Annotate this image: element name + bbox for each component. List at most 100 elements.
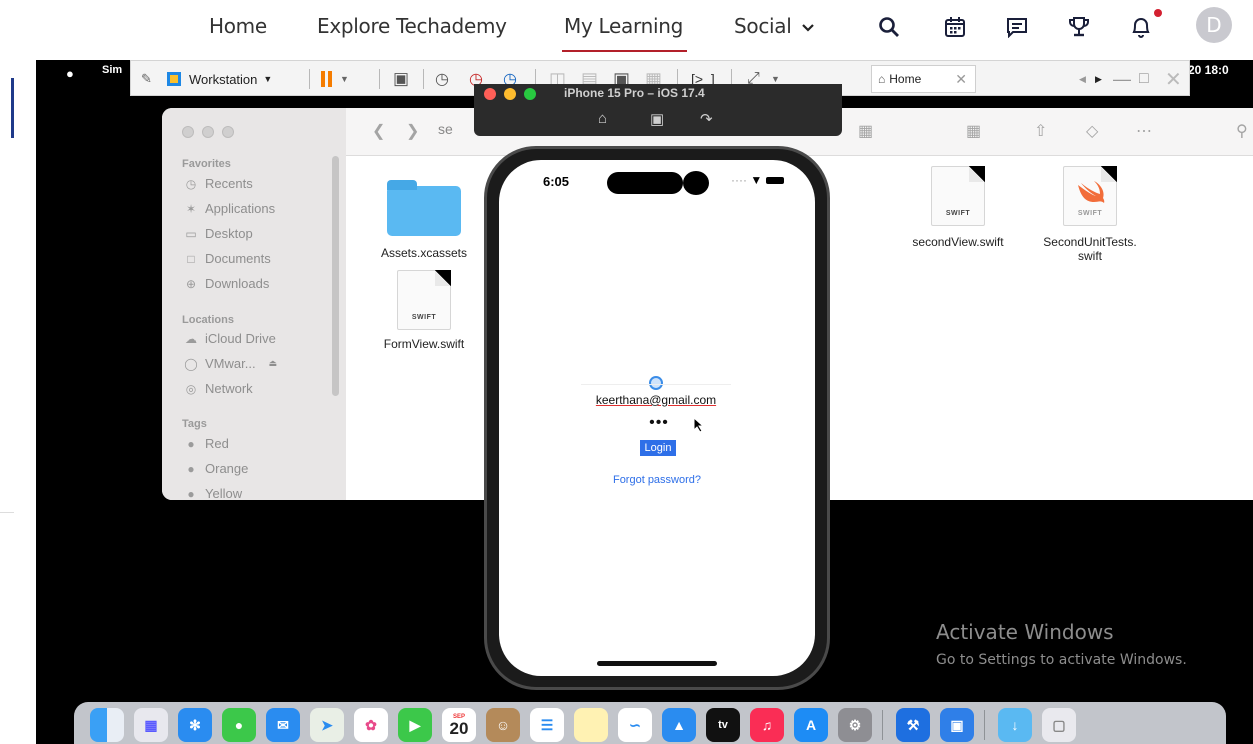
tab-scroll-left-icon[interactable]: ◀ (1079, 61, 1086, 97)
reminders-icon[interactable]: ☰ (530, 708, 564, 742)
screenshot-icon[interactable]: ▣ (650, 110, 664, 128)
simulator-zoom-button[interactable] (524, 88, 536, 100)
pin-icon[interactable]: ✎ (141, 61, 152, 97)
avatar[interactable]: D (1196, 7, 1232, 43)
photos-icon[interactable]: ✿ (354, 708, 388, 742)
home-icon[interactable]: ⌂ (598, 110, 607, 127)
message-icon[interactable] (1002, 12, 1032, 42)
email-field[interactable]: keerthana@gmail.com (581, 384, 731, 418)
sidebar-item-icloud[interactable]: ☁ iCloud Drive (184, 331, 276, 346)
chevron-down-icon (801, 24, 814, 32)
minimize-icon[interactable]: — (1113, 61, 1131, 97)
app-store-icon[interactable]: A (794, 708, 828, 742)
sidebar-item-label: VMwar... (205, 356, 256, 371)
tab-scroll-right-icon[interactable]: ▶ (1095, 61, 1102, 97)
safari-icon[interactable]: ✻ (178, 708, 212, 742)
file-second-view[interactable]: SWIFT secondView.swift (898, 166, 1018, 249)
password-field[interactable]: ••• (629, 414, 689, 436)
window-zoom-button[interactable] (222, 126, 234, 138)
grid-view-icon[interactable]: ▦ (858, 121, 873, 141)
mac-app-menu[interactable]: Sim (102, 64, 122, 76)
window-minimize-button[interactable] (202, 126, 214, 138)
pause-icon[interactable]: ▼ (321, 61, 349, 97)
remote-desktop-view[interactable]: ● Sim 20 18:0 Favorites ◷ Recents ✶ Applic… (36, 60, 1253, 744)
file-second-unit-tests[interactable]: SWIFT SecondUnitTests. swift (1030, 166, 1150, 263)
simulator-close-button[interactable] (484, 88, 496, 100)
file-form-view[interactable]: SWIFT FormView.swift (364, 270, 484, 351)
calendar-icon[interactable] (940, 12, 970, 42)
eject-icon[interactable]: ⏏ (269, 358, 278, 369)
trophy-icon[interactable] (1064, 12, 1094, 42)
window-close-button[interactable] (182, 126, 194, 138)
keynote-icon[interactable]: ▲ (662, 708, 696, 742)
tag-icon[interactable]: ◇ (1086, 121, 1098, 141)
desktop-icon: ▭ (185, 226, 197, 241)
rotate-icon[interactable]: ↷ (700, 110, 713, 128)
sidebar-item-label: Downloads (205, 276, 270, 291)
notes-icon[interactable] (574, 708, 608, 742)
sidebar-item-tag-orange[interactable]: ● Orange (184, 461, 248, 476)
apple-menu-icon[interactable]: ● (66, 66, 74, 81)
calendar-app-icon[interactable]: SEP 20 (442, 708, 476, 742)
apple-tv-label: tv (718, 719, 728, 731)
locations-heading: Locations (182, 314, 234, 326)
nav-explore-link[interactable]: Explore Techademy (317, 14, 507, 38)
snapshot-icon[interactable]: ◷ (435, 61, 449, 97)
login-button[interactable]: Login (640, 440, 676, 456)
trash-icon[interactable]: ▢ (1042, 708, 1076, 742)
finder-search-icon[interactable]: ⚲ (1236, 121, 1248, 141)
tab-home[interactable]: ⌂ Home ✕ (871, 65, 976, 93)
sidebar-item-tag-yellow[interactable]: ● Yellow (184, 486, 242, 500)
sidebar-item-tag-red[interactable]: ● Red (184, 436, 228, 451)
email-value: keerthana@gmail.com (595, 393, 717, 407)
sidebar-scrollbar[interactable] (332, 156, 339, 396)
status-icons: ···· ▼ (731, 173, 784, 187)
maps-icon[interactable]: ➤ (310, 708, 344, 742)
xcode-icon[interactable]: ⚒ (896, 708, 930, 742)
sidebar-item-applications[interactable]: ✶ Applications (184, 201, 275, 216)
bell-icon[interactable] (1126, 12, 1156, 42)
simulator-minimize-button[interactable] (504, 88, 516, 100)
sidebar-item-recents[interactable]: ◷ Recents (184, 176, 253, 191)
facetime-icon[interactable]: ▶ (398, 708, 432, 742)
contacts-icon[interactable]: ☺ (486, 708, 520, 742)
nav-home-link[interactable]: Home (209, 14, 267, 38)
apple-tv-icon[interactable]: tv (706, 708, 740, 742)
close-icon[interactable]: ✕ (1165, 61, 1182, 97)
home-indicator[interactable] (597, 661, 717, 666)
forgot-password-link[interactable]: Forgot password? (589, 474, 725, 486)
activate-windows-title: Activate Windows (936, 620, 1114, 644)
favorites-heading: Favorites (182, 158, 231, 170)
phone-screen[interactable]: 6:05 ···· ▼ keerthana@gmail.com ••• Logi… (499, 160, 815, 676)
launchpad-icon[interactable]: ▦ (134, 708, 168, 742)
sidebar-item-vmware[interactable]: ◯ VMwar... ⏏ (184, 356, 277, 371)
freeform-icon[interactable]: ∽ (618, 708, 652, 742)
close-tab-icon[interactable]: ✕ (955, 71, 967, 88)
forward-arrow-icon[interactable]: ❯ (406, 121, 419, 141)
share-icon[interactable]: ⇧ (1034, 121, 1047, 141)
music-icon[interactable]: ♫ (750, 708, 784, 742)
nav-social-link[interactable]: Social (734, 14, 814, 38)
group-icon[interactable]: ▦ (966, 121, 981, 141)
messages-icon[interactable]: ● (222, 708, 256, 742)
sidebar-item-documents[interactable]: □ Documents (184, 251, 270, 266)
sidebar-item-desktop[interactable]: ▭ Desktop (184, 226, 252, 241)
simulator-app-icon[interactable]: ▣ (940, 708, 974, 742)
send-keys-icon[interactable]: ▣ (393, 61, 409, 97)
system-settings-icon[interactable]: ⚙ (838, 708, 872, 742)
search-icon[interactable] (874, 12, 904, 42)
finder-icon[interactable] (90, 708, 124, 742)
restore-icon[interactable]: □ (1139, 61, 1149, 97)
clock-icon: ◷ (185, 176, 197, 191)
back-arrow-icon[interactable]: ❮ (372, 121, 385, 141)
nav-my-learning-link[interactable]: My Learning (564, 14, 683, 38)
left-page-strip (0, 60, 36, 744)
sidebar-item-network[interactable]: ◎ Network (184, 381, 253, 396)
more-icon[interactable]: ⋯ (1136, 121, 1152, 141)
workstation-menu[interactable]: Workstation ▼ (167, 61, 272, 97)
sidebar-item-downloads[interactable]: ⊕ Downloads (184, 276, 269, 291)
mail-icon[interactable]: ✉ (266, 708, 300, 742)
file-assets[interactable]: Assets.xcassets (364, 180, 484, 260)
downloads-folder-icon[interactable]: ↓ (998, 708, 1032, 742)
mac-menubar-clock: 20 18:0 (1188, 63, 1229, 77)
